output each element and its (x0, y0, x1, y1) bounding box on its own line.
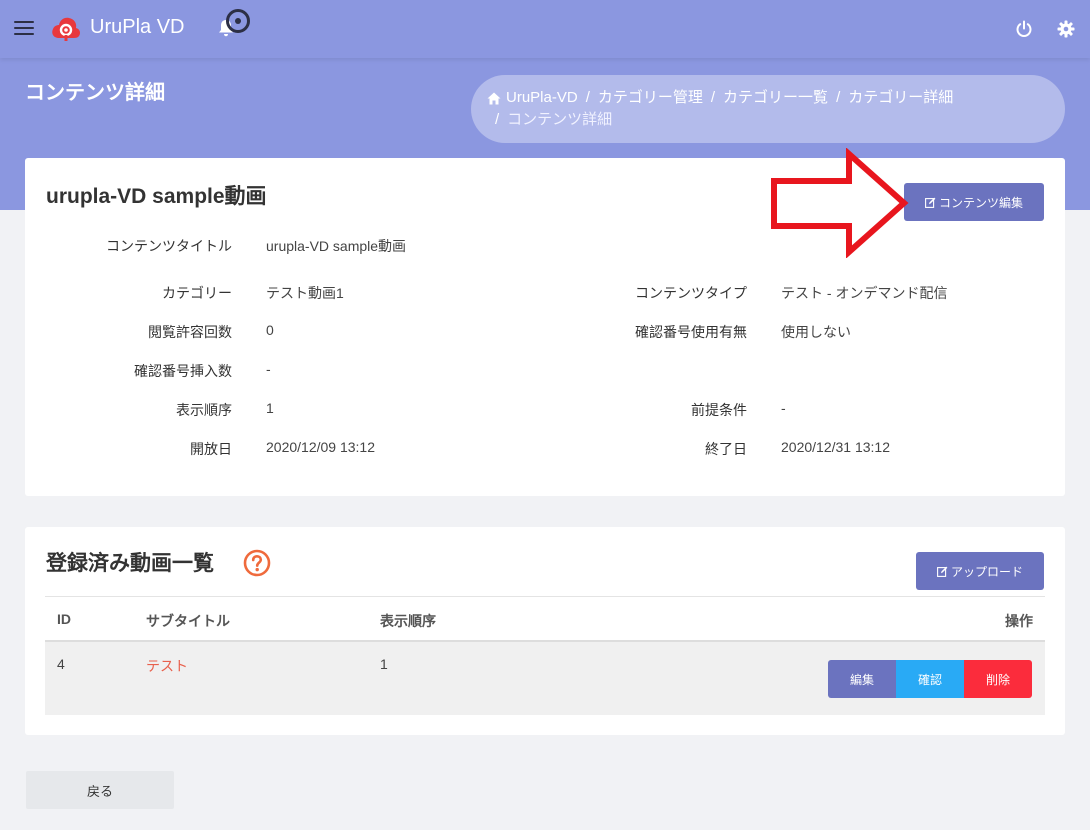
breadcrumb-separator: / (495, 111, 500, 128)
cursor-indicator-icon (226, 9, 250, 33)
field-value-open-date: 2020/12/09 13:12 (266, 439, 375, 455)
field-value-content-title: urupla-VD sample動画 (266, 238, 407, 254)
breadcrumb-home[interactable]: UruPla-VD (506, 87, 578, 109)
field-value-end-date: 2020/12/31 13:12 (781, 439, 890, 455)
breadcrumb-category-list[interactable]: カテゴリー一覧 (723, 87, 828, 109)
field-label-confirm-code-usage: 確認番号使用有無 (635, 324, 747, 340)
breadcrumb-category-management[interactable]: カテゴリー管理 (598, 87, 703, 109)
field-label-prerequisite: 前提条件 (691, 402, 747, 418)
row-edit-button[interactable]: 編集 (828, 660, 896, 698)
field-label-end-date: 終了日 (705, 441, 747, 457)
field-label-content-title: コンテンツタイトル (106, 238, 232, 254)
breadcrumb-separator: / (585, 89, 590, 106)
field-label-category: カテゴリー (162, 285, 232, 301)
field-label-view-limit: 閲覧許容回数 (148, 324, 232, 340)
home-icon (487, 92, 501, 104)
column-header-id: ID (57, 611, 71, 627)
cloud-logo-icon (52, 17, 80, 41)
breadcrumb: UruPla-VD / カテゴリー管理 / カテゴリー一覧 / カテゴリー詳細 … (471, 75, 1065, 143)
annotation-arrow-icon (771, 148, 909, 258)
upload-button-label: アップロード (950, 564, 1023, 579)
field-label-confirm-code-insert: 確認番号挿入数 (134, 363, 232, 379)
table-row: 4 テスト 1 編集 確認 削除 (45, 642, 1045, 715)
video-list-card: 登録済み動画一覧 アップロード ID サブタイトル 表示順序 操作 4 テスト … (25, 527, 1065, 735)
video-table: ID サブタイトル 表示順序 操作 4 テスト 1 編集 確認 削除 (45, 596, 1045, 715)
content-title: urupla-VD sample動画 (46, 185, 267, 208)
field-value-display-order: 1 (266, 400, 274, 416)
field-value-prerequisite: - (781, 400, 786, 416)
field-label-display-order: 表示順序 (176, 402, 232, 418)
upload-button[interactable]: アップロード (916, 552, 1044, 590)
edit-icon (937, 566, 948, 577)
row-confirm-button[interactable]: 確認 (896, 660, 964, 698)
breadcrumb-current: コンテンツ詳細 (507, 111, 613, 128)
edit-icon (925, 197, 936, 208)
field-label-content-type: コンテンツタイプ (635, 285, 747, 301)
back-button[interactable]: 戻る (26, 771, 174, 809)
gear-icon[interactable] (1057, 20, 1075, 38)
edit-content-button-label: コンテンツ編集 (938, 195, 1023, 210)
hamburger-menu-icon[interactable] (14, 21, 34, 37)
top-navbar: UruPla VD (0, 0, 1090, 58)
field-value-content-type: テスト - オンデマンド配信 (781, 285, 948, 301)
row-delete-button[interactable]: 削除 (964, 660, 1032, 698)
field-value-confirm-code-usage: 使用しない (781, 324, 851, 340)
help-icon[interactable] (243, 549, 271, 577)
column-header-actions: 操作 (1005, 613, 1033, 629)
breadcrumb-separator: / (836, 89, 841, 106)
field-value-view-limit: 0 (266, 322, 274, 338)
field-label-open-date: 開放日 (190, 441, 232, 457)
table-header: ID サブタイトル 表示順序 操作 (45, 596, 1045, 642)
power-icon[interactable] (1015, 20, 1033, 38)
row-id: 4 (57, 656, 65, 672)
app-title[interactable]: UruPla VD (90, 16, 184, 39)
field-value-confirm-code-insert: - (266, 361, 271, 377)
field-value-category: テスト動画1 (266, 285, 344, 301)
page-title: コンテンツ詳細 (25, 82, 165, 104)
row-subtitle-link[interactable]: テスト (146, 656, 188, 676)
row-order: 1 (380, 656, 388, 672)
breadcrumb-category-detail[interactable]: カテゴリー詳細 (848, 87, 953, 109)
column-header-subtitle: サブタイトル (146, 613, 230, 629)
video-list-title: 登録済み動画一覧 (46, 552, 214, 575)
breadcrumb-separator: / (710, 89, 716, 106)
edit-content-button[interactable]: コンテンツ編集 (904, 183, 1044, 221)
column-header-order: 表示順序 (380, 613, 436, 629)
